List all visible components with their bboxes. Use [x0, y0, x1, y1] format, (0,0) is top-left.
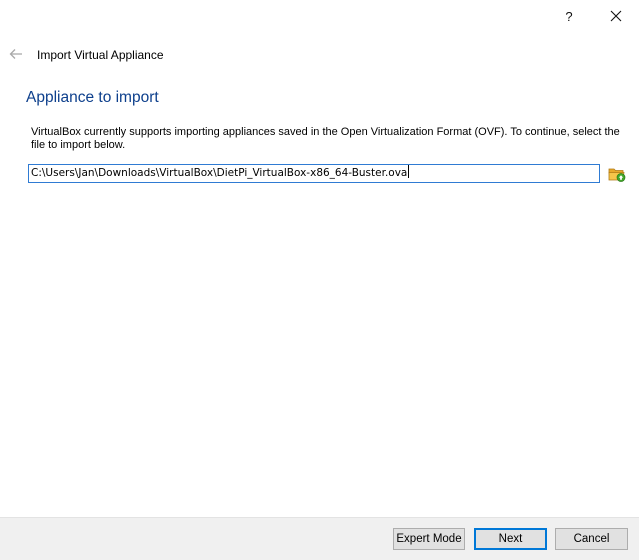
cancel-button[interactable]: Cancel: [555, 528, 628, 550]
next-label: Next: [498, 533, 523, 545]
text-caret: [408, 165, 410, 178]
description-text: VirtualBox currently supports importing …: [31, 126, 620, 151]
next-button[interactable]: Next: [474, 528, 547, 550]
close-button[interactable]: [593, 0, 639, 32]
page-title: Appliance to import: [26, 89, 159, 106]
help-button[interactable]: ?: [546, 0, 592, 32]
file-path-input[interactable]: C:\Users\Jan\Downloads\VirtualBox\DietPi…: [28, 164, 600, 183]
help-label: ?: [565, 8, 573, 24]
file-path-value: C:\Users\Jan\Downloads\VirtualBox\DietPi…: [31, 167, 408, 179]
close-icon: [610, 10, 622, 22]
browse-file-button[interactable]: [607, 164, 627, 184]
title-bar: ?: [0, 0, 639, 32]
expert-mode-label: Expert Mode: [396, 533, 462, 545]
footer-bar: Expert Mode Next Cancel: [0, 517, 639, 560]
window-title: Import Virtual Appliance: [37, 48, 164, 62]
folder-open-icon: [608, 168, 626, 182]
expert-mode-button[interactable]: Expert Mode: [393, 528, 465, 550]
wizard-header: Import Virtual Appliance: [0, 40, 639, 68]
arrow-left-icon: [9, 49, 22, 59]
back-button[interactable]: [6, 44, 26, 64]
cancel-label: Cancel: [573, 533, 610, 545]
